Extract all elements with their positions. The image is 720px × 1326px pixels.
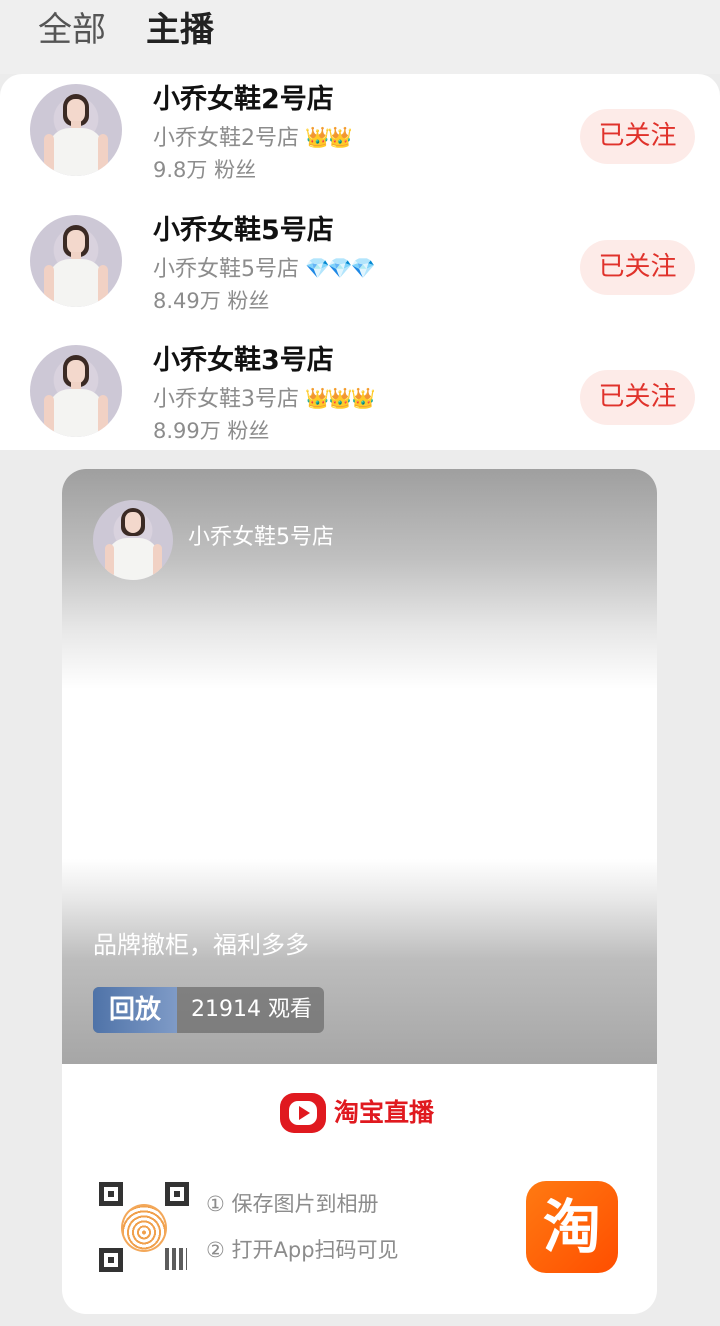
fingerprint-icon [121,1204,167,1252]
anchor-name: 小乔女鞋2号店 [153,84,334,115]
anchor-subtitle: 小乔女鞋3号店 👑👑👑 [153,386,376,412]
list-item[interactable]: 小乔女鞋2号店 小乔女鞋2号店 👑👑 9.8万 粉丝 已关注 [0,82,720,212]
fan-count: 8.99万 粉丝 [153,419,270,443]
fan-count: 9.8万 粉丝 [153,158,257,182]
avatar[interactable] [30,215,122,307]
instruction-step-2: ② 打开App扫码可见 [206,1238,399,1262]
followed-button[interactable]: 已关注 [580,109,695,164]
anchor-subtitle: 小乔女鞋5号店 💎💎💎 [153,256,376,282]
anchor-name: 小乔女鞋5号店 [153,215,334,246]
fan-count: 8.49万 粉丝 [153,289,270,313]
qr-code [99,1182,189,1272]
live-title: 品牌撤柜，福利多多 [93,931,309,959]
taobao-live-play-icon [280,1093,326,1133]
followed-button[interactable]: 已关注 [580,370,695,425]
taobao-app-icon: 淘 [526,1181,618,1273]
card-anchor-name: 小乔女鞋5号店 [188,525,334,550]
list-item[interactable]: 小乔女鞋3号店 小乔女鞋3号店 👑👑👑 8.99万 粉丝 已关注 [0,343,720,473]
crown-level-icon: 👑👑 [305,125,353,149]
instruction-step-1: ① 保存图片到相册 [206,1192,379,1216]
avatar [93,500,173,580]
list-item[interactable]: 小乔女鞋5号店 小乔女鞋5号店 💎💎💎 8.49万 粉丝 已关注 [0,213,720,343]
avatar[interactable] [30,84,122,176]
tab-anchors[interactable]: 主播 [146,8,214,52]
replay-badge: 回放 21914 观看 [93,987,324,1033]
diamond-level-icon: 💎💎💎 [305,256,376,280]
anchor-list: 小乔女鞋2号店 小乔女鞋2号店 👑👑 9.8万 粉丝 已关注 小乔女鞋5号店 小乔… [0,74,720,450]
brand-name: 淘宝直播 [334,1098,435,1127]
avatar[interactable] [30,345,122,437]
followed-button[interactable]: 已关注 [580,240,695,295]
tab-all[interactable]: 全部 [38,8,106,52]
share-poster-card: 小乔女鞋5号店 品牌撤柜，福利多多 回放 21914 观看 淘宝直播 ① 保存图… [62,469,657,1314]
anchor-name: 小乔女鞋3号店 [153,345,334,376]
crown-level-icon: 👑👑👑 [305,386,376,410]
anchor-subtitle: 小乔女鞋2号店 👑👑 [153,125,353,151]
live-cover-image: 小乔女鞋5号店 品牌撤柜，福利多多 回放 21914 观看 [62,469,657,1064]
top-tabs: 全部 主播 [0,0,720,74]
view-count: 21914 观看 [191,997,312,1022]
replay-tag: 回放 [93,987,177,1033]
